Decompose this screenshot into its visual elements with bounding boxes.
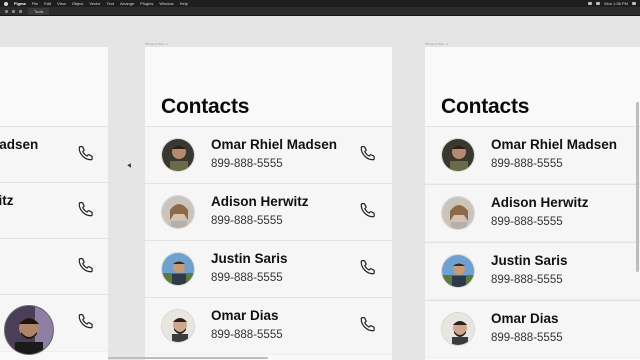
contact-phone: 899-888-5555 [211,158,283,170]
contact-name: witz [0,193,14,208]
contact-row[interactable]: witz [0,182,108,239]
avatar [441,138,475,172]
contact-row[interactable]: Madsen [0,126,108,183]
horizontal-scrollbar[interactable] [108,357,268,359]
phone-icon[interactable] [359,201,377,219]
menu-arrange[interactable]: Arrange [120,0,134,7]
phone-icon[interactable] [77,256,95,274]
menu-help[interactable]: Help [180,0,188,7]
phone-icon[interactable] [77,312,95,330]
menu-file[interactable]: File [32,0,38,7]
menu-edit[interactable]: Edit [44,0,51,7]
contact-name: Omar Rhiel Madsen [211,137,338,152]
contact-name: Justin Saris [211,251,288,266]
contact-name: Justin Saris [491,253,568,268]
contact-phone: 899-888-5555 [211,329,283,341]
contact-name: Adison Herwitz [211,194,309,209]
move-tool-icon[interactable] [12,10,15,13]
menu-text[interactable]: Text [107,0,114,7]
frame-contacts-1[interactable]: Contacts Omar Rhiel Madsen 899-888-5555 … [145,47,392,360]
frame-label-2[interactable]: iPhone 8 Plus - 2 [425,42,448,46]
frame-contacts-2[interactable]: Contacts Omar Rhiel Madsen 899-888-5555 … [425,47,640,360]
menu-view[interactable]: View [57,0,66,7]
avatar [441,312,475,346]
contact-row[interactable]: Justin Saris 899-888-5555 [145,240,392,297]
contact-row[interactable]: Justin Saris 899-888-5555 [425,242,640,299]
contact-row[interactable]: Omar Dias 899-888-5555 [145,297,392,354]
canvas[interactable]: iPhone 8 Plus - 1 iPhone 8 Plus - 2 Mads… [0,17,640,360]
contact-name: Omar Dias [491,311,559,326]
avatar [441,196,475,230]
apple-icon[interactable] [4,1,8,6]
contact-phone: 899-888-5555 [491,332,563,344]
figma-menu-icon[interactable] [5,10,8,13]
contact-name: Omar Dias [211,308,279,323]
contact-name: Omar Rhiel Madsen [491,137,618,152]
avatar [161,138,195,172]
phone-icon[interactable] [359,258,377,276]
contact-row[interactable]: Adison Herwitz 899-888-5555 [145,183,392,240]
menu-object[interactable]: Object [72,0,84,7]
contact-row[interactable]: Omar Rhiel Madsen 899-888-5555 [425,126,640,183]
figma-toolbar: Tools [0,7,640,16]
contact-phone: 899-888-5555 [211,215,283,227]
avatar [161,195,195,229]
phone-icon[interactable] [359,144,377,162]
contact-phone: 899-888-5555 [491,274,563,286]
mouse-cursor [127,163,133,169]
contact-phone: 899-888-5555 [211,272,283,284]
contact-row[interactable]: Adison Herwitz 899-888-5555 [425,184,640,241]
menu-bar: Figma File Edit View Object Vector Text … [0,0,640,7]
webcam-overlay [4,305,54,355]
frame-tool-icon[interactable] [19,10,22,13]
contact-row[interactable]: s [0,238,108,295]
menubar-status-area: Mon 1:38 PM [588,0,636,7]
wifi-icon[interactable] [588,2,593,5]
clock[interactable]: Mon 1:38 PM [604,0,628,7]
contact-phone: 899-888-5555 [491,158,563,170]
search-icon[interactable] [632,2,636,5]
menu-window[interactable]: Window [159,0,173,7]
contact-name: Adison Herwitz [491,195,589,210]
contact-row[interactable]: Omar Dias 899-888-5555 [425,300,640,357]
frame-label-1[interactable]: iPhone 8 Plus - 1 [145,42,168,46]
contact-name: Madsen [0,137,39,152]
vertical-scrollbar[interactable] [636,102,639,272]
phone-icon[interactable] [77,200,95,218]
menu-app-name[interactable]: Figma [14,0,26,7]
avatar [161,309,195,343]
file-tab[interactable]: Tools [28,8,50,15]
contact-row[interactable]: Omar Rhiel Madsen 899-888-5555 [145,126,392,183]
page-title: Contacts [161,95,250,118]
menu-plugins[interactable]: Plugins [140,0,153,7]
page-title: Contacts [441,95,530,118]
phone-icon[interactable] [359,315,377,333]
presenter-photo [5,306,53,354]
phone-icon[interactable] [77,144,95,162]
contact-phone: 899-888-5555 [491,216,563,228]
avatar [441,254,475,288]
battery-icon[interactable] [596,2,601,5]
menu-vector[interactable]: Vector [89,0,100,7]
avatar [161,252,195,286]
